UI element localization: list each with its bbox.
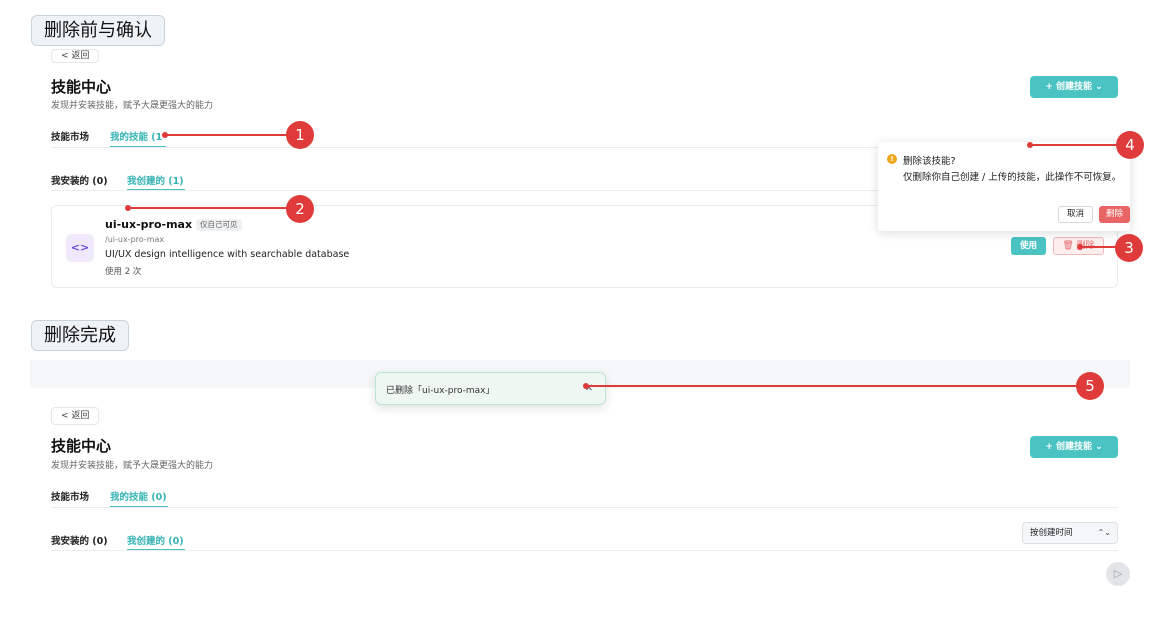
subtab-installed[interactable]: 我安装的 (0) <box>51 173 108 187</box>
subtab-divider <box>51 550 1118 551</box>
skill-description: UI/UX design intelligence with searchabl… <box>105 249 350 260</box>
subtab-installed[interactable]: 我安装的 (0) <box>51 533 108 547</box>
callout-4: 4 <box>1116 131 1144 159</box>
page-title: 技能中心 <box>51 78 112 96</box>
play-icon[interactable]: ▷ <box>1106 562 1130 586</box>
toast-message: 已删除「ui-ux-pro-max」 <box>386 386 495 396</box>
sort-value: 按创建时间 <box>1030 528 1073 538</box>
warning-icon: ! <box>887 154 897 164</box>
section-label-after: 删除完成 <box>31 320 129 351</box>
page-title: 技能中心 <box>51 437 112 455</box>
callout-line <box>586 385 1077 387</box>
tab-my-skills[interactable]: 我的技能 (0) <box>110 489 167 503</box>
panel-after <box>30 388 1130 605</box>
page-subtitle: 发现并安装技能，赋予大晟更强大的能力 <box>51 101 214 111</box>
back-button[interactable]: < 返回 <box>51 49 100 63</box>
use-button[interactable]: 使用 <box>1011 237 1046 255</box>
tab-my-skills[interactable]: 我的技能 (1 <box>110 129 162 143</box>
success-toast: 已删除「ui-ux-pro-max」 ✕ <box>375 372 606 405</box>
create-skill-button[interactable]: + 创建技能 ⌄ <box>1030 436 1118 458</box>
subtab-created[interactable]: 我创建的 (0) <box>127 533 184 547</box>
callout-line <box>165 134 287 136</box>
callout-line <box>1030 144 1117 146</box>
tab-divider <box>51 507 1118 508</box>
updown-icon: ⌃⌄ <box>1097 528 1111 537</box>
skill-path: /ui-ux-pro-max <box>105 235 165 244</box>
callout-2: 2 <box>286 195 314 223</box>
callout-1: 1 <box>286 121 314 149</box>
tab-skill-market[interactable]: 技能市场 <box>51 129 89 143</box>
popover-message: 仅删除你自己创建 / 上传的技能，此操作不可恢复。 <box>903 172 1122 183</box>
callout-line <box>1080 246 1116 248</box>
callout-5: 5 <box>1076 372 1104 400</box>
skill-usage: 使用 2 次 <box>105 267 142 277</box>
callout-3: 3 <box>1115 234 1143 262</box>
back-button[interactable]: < 返回 <box>51 407 100 425</box>
delete-confirm-popover: ! 删除该技能? 仅删除你自己创建 / 上传的技能，此操作不可恢复。 取消 删除 <box>878 142 1130 231</box>
callout-line <box>128 207 287 209</box>
tab-skill-market[interactable]: 技能市场 <box>51 489 89 503</box>
cancel-button[interactable]: 取消 <box>1058 206 1093 223</box>
popover-title: 删除该技能? <box>903 156 956 167</box>
create-skill-button[interactable]: + 创建技能 ⌄ <box>1030 76 1118 98</box>
subtab-divider <box>51 190 881 191</box>
confirm-delete-button[interactable]: 删除 <box>1099 206 1130 223</box>
page-subtitle: 发现并安装技能，赋予大晟更强大的能力 <box>51 461 214 471</box>
visibility-badge: 仅自己可见 <box>196 219 242 231</box>
sort-select[interactable]: 按创建时间 ⌃⌄ <box>1022 522 1118 544</box>
section-label-before: 删除前与确认 <box>31 15 165 46</box>
skill-name: ui-ux-pro-max <box>105 218 193 231</box>
subtab-created[interactable]: 我创建的 (1) <box>127 173 184 187</box>
code-icon: <> <box>66 234 94 262</box>
